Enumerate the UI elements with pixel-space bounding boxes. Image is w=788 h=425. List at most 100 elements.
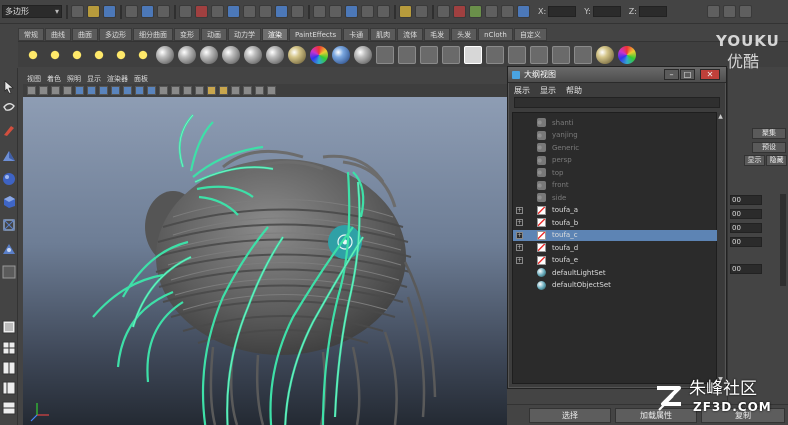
expand-plus-icon[interactable]: + <box>516 206 523 214</box>
ramp-shader-icon[interactable] <box>288 45 306 64</box>
texture-editor-icon[interactable] <box>508 45 526 64</box>
attr-field-5[interactable]: 00 <box>730 264 762 274</box>
field-chart-icon[interactable] <box>123 86 132 95</box>
outliner-scrollbar[interactable]: ▲ ▼ <box>717 113 724 383</box>
grid-toggle-icon[interactable] <box>75 86 84 95</box>
viewport-canvas[interactable] <box>23 97 507 425</box>
soft-mod-icon[interactable] <box>2 242 16 256</box>
tab-fluids[interactable]: 流体 <box>397 28 424 41</box>
coord-x-field[interactable] <box>548 6 577 17</box>
ipr-icon[interactable] <box>420 45 438 64</box>
point-light-icon[interactable] <box>68 45 86 64</box>
viewport-menu-shading[interactable]: 着色 <box>47 74 61 84</box>
outliner-item-defaultobjectset[interactable]: defaultObjectSet <box>513 280 717 291</box>
hypershade-shelf-icon[interactable] <box>464 45 482 64</box>
viewport-extra-icon[interactable] <box>267 86 276 95</box>
tab-fur[interactable]: 毛发 <box>424 28 451 41</box>
outliner-item-yanjing[interactable]: yanjing <box>513 130 717 141</box>
high-quality-icon[interactable] <box>255 86 264 95</box>
render-layer-icon[interactable] <box>552 45 570 64</box>
image-plane-icon[interactable] <box>63 86 72 95</box>
lambert-material-icon[interactable] <box>200 45 218 64</box>
attr-field-4[interactable]: 00 <box>730 237 762 247</box>
layout-single-icon[interactable] <box>2 320 16 334</box>
blinn-material-icon[interactable] <box>178 45 196 64</box>
scroll-up-icon[interactable]: ▲ <box>717 113 724 120</box>
ipr-render-icon[interactable] <box>453 5 466 18</box>
render-settings-icon[interactable] <box>469 5 482 18</box>
lasso-tool-icon[interactable] <box>2 101 16 115</box>
render-frame-icon[interactable] <box>437 5 450 18</box>
menu-set-select[interactable]: 多边形 ▾ <box>2 5 62 18</box>
viewport-menu-show[interactable]: 显示 <box>87 74 101 84</box>
coord-y-field[interactable] <box>592 6 621 17</box>
film-gate-icon[interactable] <box>87 86 96 95</box>
tab-custom[interactable]: 自定义 <box>513 28 547 41</box>
tab-dynamics[interactable]: 动力学 <box>228 28 261 41</box>
select-dynamics-icon[interactable] <box>259 5 272 18</box>
scale-tool-icon[interactable] <box>2 195 16 209</box>
use-all-lights-icon[interactable] <box>219 86 228 95</box>
outliner-item-top[interactable]: top <box>513 167 717 178</box>
expand-plus-icon[interactable]: + <box>516 219 523 226</box>
channel-box-icon[interactable] <box>706 5 720 18</box>
move-tool-icon[interactable] <box>2 149 16 163</box>
outliner-item-front[interactable]: front <box>513 180 717 191</box>
rotate-tool-icon[interactable] <box>2 172 16 186</box>
focus-button[interactable]: 聚集 <box>752 128 786 139</box>
wireframe-icon[interactable] <box>159 86 168 95</box>
input-output-icon[interactable] <box>415 5 428 18</box>
isolate-select-icon[interactable] <box>243 86 252 95</box>
textured-icon[interactable] <box>207 86 216 95</box>
shading-map-icon[interactable] <box>310 45 328 64</box>
outliner-item-toufa_c[interactable]: + toufa_c <box>513 229 717 241</box>
outliner-item-toufa_a[interactable]: + toufa_a <box>513 205 717 216</box>
history-icon[interactable] <box>399 5 412 18</box>
camera-attrs-icon[interactable] <box>39 86 48 95</box>
layout-outliner-icon[interactable] <box>2 381 16 395</box>
outliner-item-shanti[interactable]: shanti <box>513 117 717 128</box>
directional-light-icon[interactable] <box>46 45 64 64</box>
render-view-icon[interactable] <box>376 45 394 64</box>
snap-plane-icon[interactable] <box>361 5 374 18</box>
expand-plus-icon[interactable]: + <box>516 256 523 264</box>
attr-field-2[interactable]: 00 <box>730 209 762 219</box>
volume-light-icon[interactable] <box>134 45 152 64</box>
layout-graph-icon[interactable] <box>2 401 16 415</box>
close-button[interactable]: ✕ <box>700 69 720 80</box>
outliner-item-defaultlightset[interactable]: defaultLightSet <box>513 267 717 278</box>
show-manip-icon[interactable] <box>2 265 16 279</box>
batch-render-icon[interactable] <box>442 45 460 64</box>
shadows-icon[interactable] <box>231 86 240 95</box>
hypershade-icon[interactable] <box>485 5 498 18</box>
expand-plus-icon[interactable]: + <box>516 231 523 239</box>
gate-mask-icon[interactable] <box>111 86 120 95</box>
tab-animation[interactable]: 动画 <box>201 28 227 41</box>
render-current-icon[interactable] <box>398 45 416 64</box>
area-light-icon[interactable] <box>112 45 130 64</box>
select-curves-icon[interactable] <box>211 5 224 18</box>
paint-select-icon[interactable] <box>2 123 16 137</box>
minimize-button[interactable]: – <box>664 69 679 80</box>
attribute-scrollbar[interactable] <box>780 194 786 286</box>
attribute-editor-icon[interactable] <box>722 5 736 18</box>
select-button[interactable]: 选择 <box>529 408 611 423</box>
spot-light-icon[interactable] <box>90 45 108 64</box>
viewport-menu-lighting[interactable]: 照明 <box>67 74 81 84</box>
tab-deformation[interactable]: 变形 <box>174 28 200 41</box>
outliner-item-toufa_d[interactable]: + toufa_d <box>513 242 717 253</box>
tab-ncloth[interactable]: nCloth <box>478 28 513 41</box>
select-hierarchy-icon[interactable] <box>125 5 138 18</box>
layout-four-icon[interactable] <box>2 341 16 355</box>
xray-icon[interactable] <box>195 86 204 95</box>
outliner-title-bar[interactable]: 大纲视图 – □ ✕ <box>508 67 726 83</box>
select-handles-icon[interactable] <box>179 5 192 18</box>
hide-button[interactable]: 隐藏 <box>766 155 787 166</box>
show-button[interactable]: 显示 <box>744 155 765 166</box>
tool-settings-icon[interactable] <box>738 5 752 18</box>
phonge-material-icon[interactable] <box>266 45 284 64</box>
camera-select-icon[interactable] <box>27 86 36 95</box>
bookmark-icon[interactable] <box>51 86 60 95</box>
smooth-shade-icon[interactable] <box>171 86 180 95</box>
anisotropic-material-icon[interactable] <box>156 45 174 64</box>
